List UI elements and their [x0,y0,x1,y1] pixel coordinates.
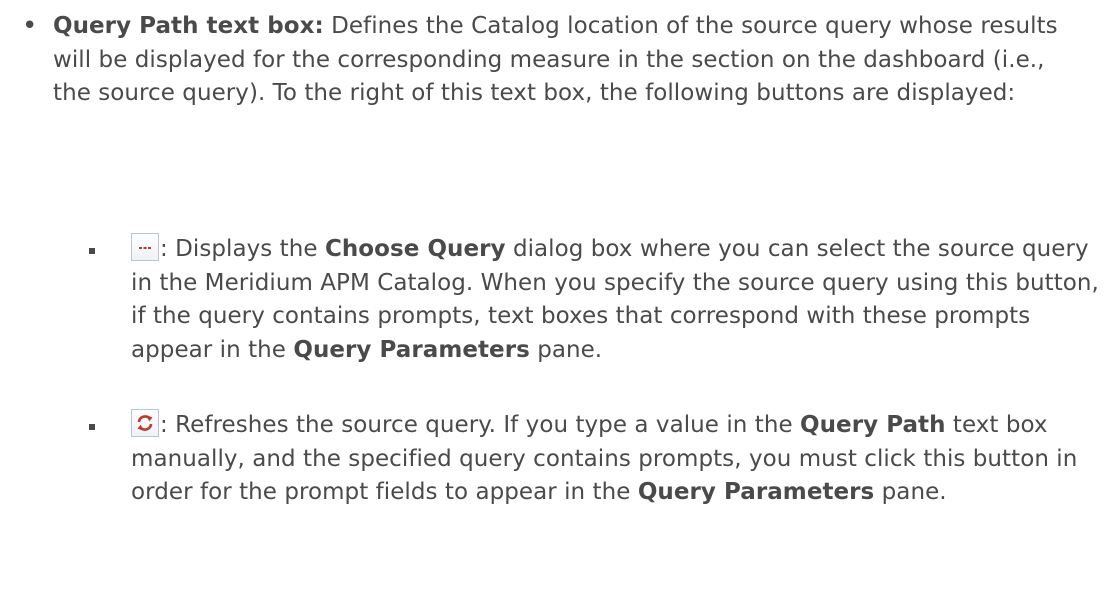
bullet-square [89,424,95,430]
list-item-refresh-button: : Refreshes the source query. If you typ… [0,409,1107,510]
refresh-button-description: : Refreshes the source query. If you typ… [131,409,1103,510]
list-item-browse-button: : Displays the Choose Query dialog box w… [0,233,1107,367]
list-item-query-path: • Query Path text box: Defines the Catal… [0,10,1107,111]
bullet-square [89,248,95,254]
text-segment: pane. [874,479,947,505]
choose-query-term: Choose Query [324,236,506,262]
text-segment: : Displays the [160,236,325,262]
query-path-term: Query Path [800,412,946,438]
item-term: Query Path text box: [53,13,324,39]
item-paragraph: Query Path text box: Defines the Catalog… [53,10,1083,111]
query-parameters-term: Query Parameters [293,336,530,363]
text-segment: : Refreshes the source query. If you typ… [160,412,801,438]
help-page: • Query Path text box: Defines the Catal… [0,0,1107,606]
text-segment: pane. [529,336,603,363]
browse-button-description: : Displays the Choose Query dialog box w… [131,233,1103,367]
query-parameters-term: Query Parameters [637,479,875,505]
ellipsis-browse-icon [131,233,159,261]
bullet-dot: • [22,11,38,41]
refresh-icon [131,409,159,437]
